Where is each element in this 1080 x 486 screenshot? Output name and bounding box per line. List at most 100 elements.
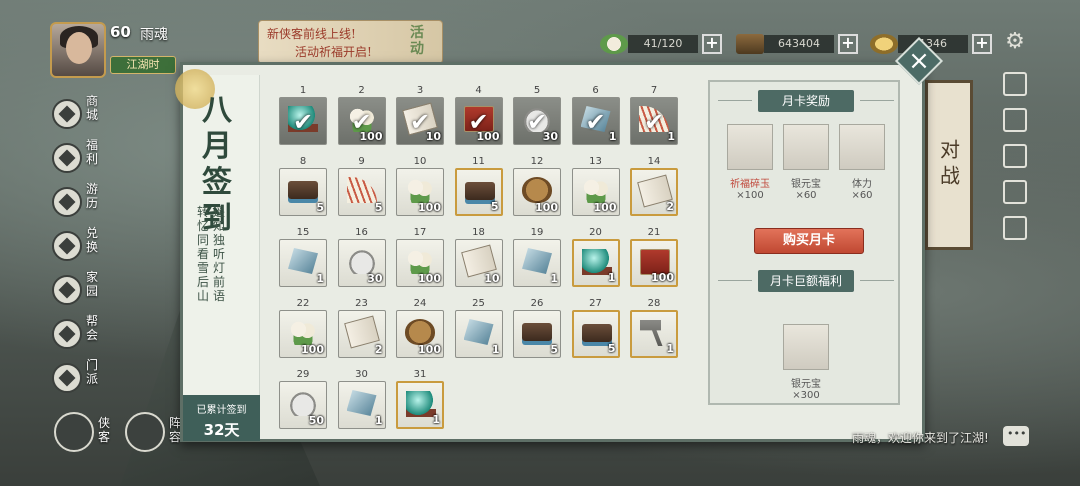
checkmark-icon: ✔	[527, 108, 548, 136]
day-reward-box: 1 ✔	[571, 97, 620, 145]
token-icon	[522, 177, 552, 203]
chest-icon	[288, 181, 318, 199]
day-reward-box: 100	[396, 310, 444, 358]
day-cell[interactable]: 17 100	[395, 227, 445, 289]
day-cell[interactable]: 6 1 ✔	[571, 85, 621, 147]
add-ingot-button[interactable]: +	[972, 34, 992, 54]
day-cell[interactable]: 21 100	[629, 227, 679, 289]
nav-shop[interactable]: 商城	[52, 92, 108, 136]
nav-shop-label: 商城	[86, 94, 99, 122]
hero-button[interactable]: 侠客	[54, 412, 110, 452]
monthly-reward-item[interactable]: 祈福碎玉 ×100	[724, 124, 776, 201]
day-cell[interactable]: 23 2	[337, 298, 387, 360]
day-number: 22	[296, 298, 310, 309]
day-cell[interactable]: 1 ✔	[278, 85, 328, 147]
day-cell[interactable]: 7 1 ✔	[629, 85, 679, 147]
day-reward-qty: 1	[432, 413, 440, 426]
day-cell[interactable]: 2 100 ✔	[337, 85, 387, 147]
stone-icon	[288, 248, 318, 274]
day-reward-qty: 1	[667, 130, 675, 143]
day-reward-qty: 100	[418, 272, 441, 285]
poem-line-2: 转忆同看雪后山	[197, 205, 210, 303]
day-reward-box: 5	[337, 168, 386, 216]
day-reward-qty: 1	[316, 272, 324, 285]
book-icon[interactable]	[1003, 108, 1027, 132]
day-cell[interactable]: 12 100	[512, 156, 562, 218]
day-cell[interactable]: 4 100 ✔	[454, 85, 504, 147]
bun-icon	[405, 177, 435, 203]
day-cell[interactable]: 11 5	[454, 156, 504, 218]
day-cell[interactable]: 29 50	[278, 369, 328, 431]
battle-scroll[interactable]: 对战	[925, 80, 973, 250]
day-cell[interactable]: 14 2	[629, 156, 679, 218]
nav-guild[interactable]: 帮会	[52, 312, 108, 356]
day-cell[interactable]: 31 1	[395, 369, 445, 431]
day-cell[interactable]: 22 100	[278, 298, 328, 360]
nav-sect[interactable]: 门派	[52, 356, 108, 400]
day-number: 12	[530, 156, 544, 167]
checklist-icon[interactable]	[1003, 180, 1027, 204]
bun-icon	[288, 319, 318, 345]
nav-home[interactable]: 家园	[52, 268, 108, 312]
day-reward-qty: 100	[418, 343, 441, 356]
day-cell[interactable]: 85	[278, 156, 328, 218]
day-cell[interactable]: 16 30	[337, 227, 387, 289]
add-wood-button[interactable]: +	[838, 34, 858, 54]
nav-welfare[interactable]: 福利	[52, 136, 108, 180]
monthly-bonus-item[interactable]: 银元宝 ×300	[780, 324, 832, 401]
day-cell[interactable]: 5 30 ✔	[512, 85, 562, 147]
day-cell[interactable]: 95	[337, 156, 387, 218]
day-reward-box: 100	[630, 239, 678, 287]
fist-icon[interactable]	[1003, 72, 1027, 96]
chat-icon[interactable]	[1003, 426, 1029, 446]
day-cell[interactable]: 15 1	[278, 227, 328, 289]
day-reward-box: 1 ✔	[630, 97, 678, 145]
day-number: 26	[530, 298, 544, 309]
player-avatar[interactable]	[50, 22, 106, 78]
manual-icon[interactable]	[1003, 216, 1027, 240]
day-cell[interactable]: 27 5	[571, 298, 621, 360]
stone-icon	[346, 390, 377, 416]
monthly-reward-item[interactable]: 体力 ×60	[836, 124, 888, 201]
day-number: 16	[355, 227, 368, 238]
day-number: 27	[589, 298, 602, 309]
day-number: 7	[650, 85, 658, 96]
monthly-reward-item[interactable]: 银元宝 ×60	[780, 124, 832, 201]
stamina-resource: 41/120 +	[600, 34, 722, 54]
reward-name: 体力	[852, 179, 872, 190]
day-cell[interactable]: 25 1	[454, 298, 504, 360]
day-cell[interactable]: 26 5	[512, 298, 562, 360]
day-cell[interactable]: 13 100	[571, 156, 621, 218]
day-cell[interactable]: 20 1	[571, 227, 621, 289]
day-cell[interactable]: 24 100	[395, 298, 445, 360]
event-banner[interactable]: 新侠客前线上线! 活动祈福开启! 活动	[258, 20, 443, 64]
day-reward-box: 1	[454, 310, 503, 358]
day-number: 1	[299, 85, 307, 96]
day-cell[interactable]: 19 1	[512, 227, 562, 289]
day-reward-box: 1	[630, 310, 678, 358]
player-title-badge: 江湖时	[110, 56, 176, 74]
day-reward-qty: 100	[535, 201, 558, 214]
reward-qty: ×60	[795, 190, 817, 201]
nav-travel[interactable]: 游历	[52, 180, 108, 224]
add-stamina-button[interactable]: +	[702, 34, 722, 54]
nav-exchange[interactable]: 兑换	[52, 224, 108, 268]
monthly-bonus-title: 月卡巨额福利	[718, 270, 894, 292]
day-cell[interactable]: 18 10	[454, 227, 504, 289]
day-cell[interactable]: 3 10 ✔	[395, 85, 445, 147]
day-reward-qty: 1	[374, 414, 383, 427]
chest-icon	[581, 324, 612, 342]
day-cell[interactable]: 30 1	[337, 369, 387, 431]
settings-gear-icon[interactable]: ⚙	[1003, 30, 1027, 54]
day-cell[interactable]: 28 1	[629, 298, 679, 360]
day-cell[interactable]: 10 100	[395, 156, 445, 218]
scroll-icon[interactable]	[1003, 144, 1027, 168]
formation-button[interactable]: 阵容	[125, 412, 181, 452]
total-signin-value: 32天	[203, 421, 240, 439]
buy-monthly-card-button[interactable]: 购买月卡	[754, 228, 864, 254]
day-number: 25	[472, 298, 485, 309]
wood-resource: 643404 +	[736, 34, 858, 54]
day-number: 17	[413, 227, 427, 238]
day-reward-qty: 1	[550, 272, 558, 285]
chest-icon	[464, 182, 495, 200]
